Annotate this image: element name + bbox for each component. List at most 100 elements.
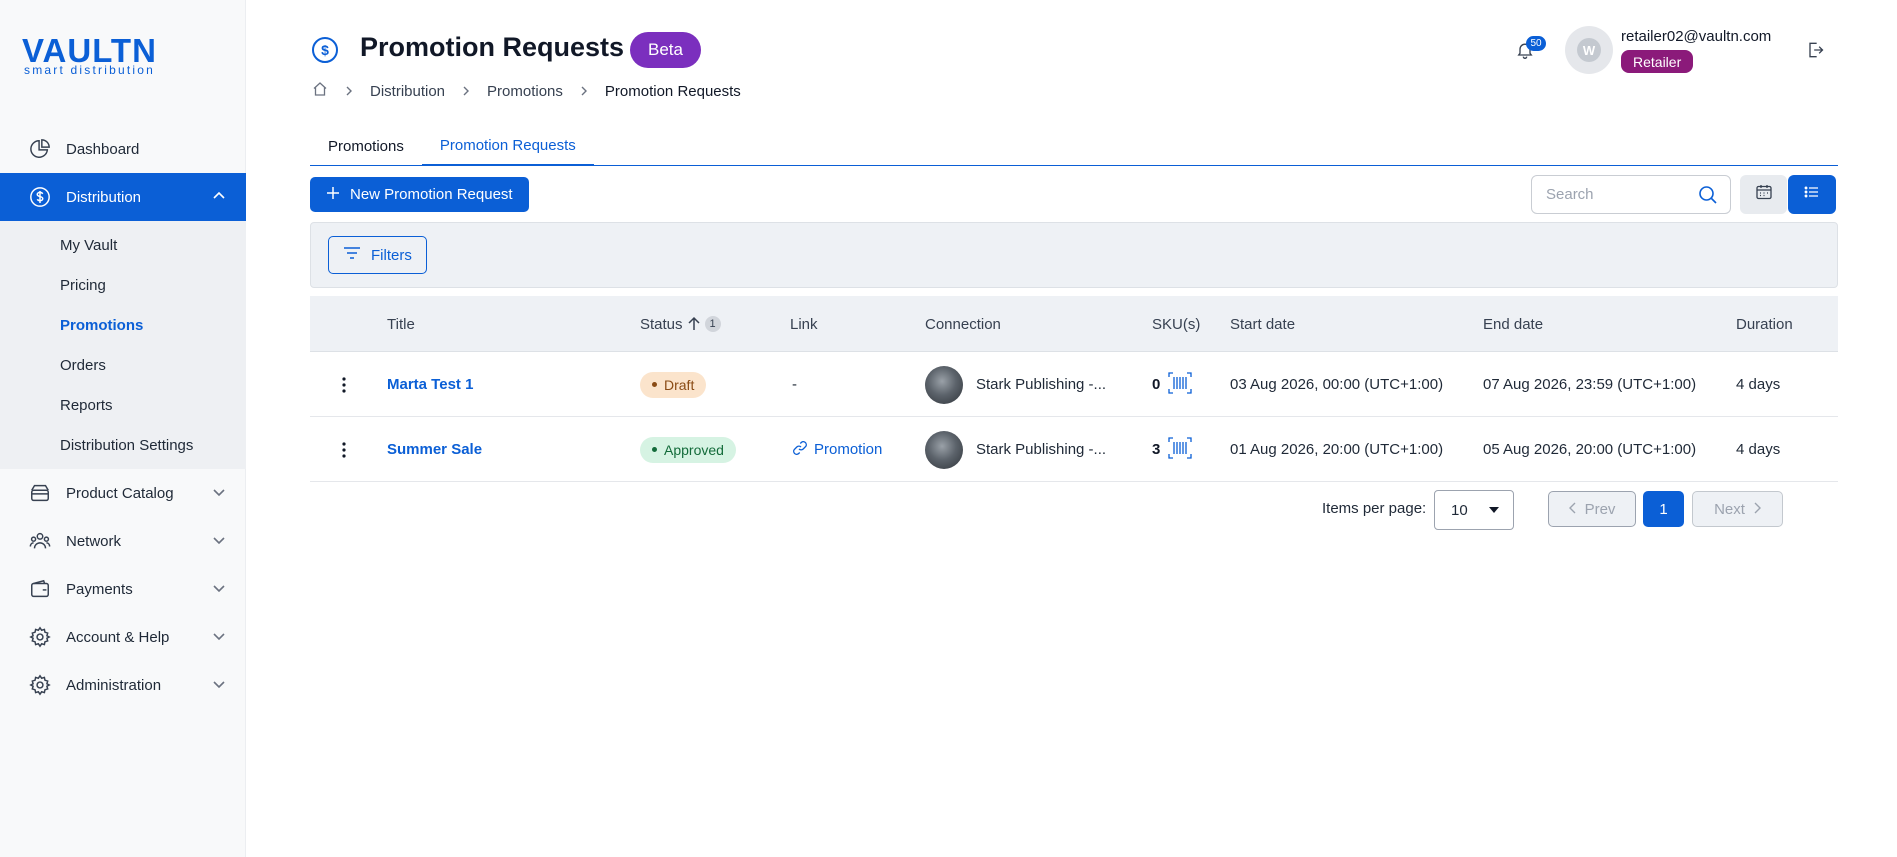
sku-count: 3 xyxy=(1152,441,1161,458)
breadcrumb: Distribution Promotions Promotion Reques… xyxy=(312,81,741,101)
chevron-down-icon xyxy=(212,485,226,504)
sidebar-item-label: Dashboard xyxy=(66,140,140,158)
status-label: Draft xyxy=(664,376,695,393)
connection-avatar xyxy=(925,365,963,404)
promotion-requests-table: Title Status 1 Link Connection SKU(s) St… xyxy=(310,296,1838,482)
duration: 4 days xyxy=(1736,376,1781,393)
admin-gear-icon xyxy=(28,673,52,697)
beta-badge: Beta xyxy=(630,32,701,68)
row-actions-button[interactable] xyxy=(334,352,354,417)
chevron-up-icon xyxy=(212,189,226,208)
breadcrumb-promotions[interactable]: Promotions xyxy=(487,83,563,100)
sidebar: VAULTN smart distribution Dashboard Dist… xyxy=(0,0,246,857)
dollar-circle-icon xyxy=(28,185,52,209)
kebab-menu-icon xyxy=(334,435,354,465)
sidebar-subitem-pricing[interactable]: Pricing xyxy=(0,265,246,305)
table-row: Marta Test 1 Draft - Stark Publishing -.… xyxy=(310,352,1838,417)
sidebar-item-account-help[interactable]: Account & Help xyxy=(0,613,246,661)
prev-page-button[interactable]: Prev xyxy=(1548,491,1636,527)
gear-icon xyxy=(28,625,52,649)
sidebar-item-label: Payments xyxy=(66,580,133,598)
column-end-date[interactable]: End date xyxy=(1483,296,1543,352)
new-promotion-request-button[interactable]: New Promotion Request xyxy=(310,177,529,212)
network-icon xyxy=(28,529,52,553)
end-date: 05 Aug 2026, 20:00 (UTC+1:00) xyxy=(1483,441,1697,458)
wallet-icon xyxy=(28,577,52,601)
end-date: 07 Aug 2026, 23:59 (UTC+1:00) xyxy=(1483,376,1697,393)
status-dot xyxy=(652,447,657,452)
connection-name: Stark Publishing -... xyxy=(976,441,1107,458)
tab-promotion-requests[interactable]: Promotion Requests xyxy=(421,126,594,166)
start-date: 03 Aug 2026, 00:00 (UTC+1:00) xyxy=(1230,376,1444,393)
column-connection[interactable]: Connection xyxy=(925,296,1001,352)
sidebar-item-payments[interactable]: Payments xyxy=(0,565,246,613)
chevron-down-icon xyxy=(212,677,226,696)
calendar-view-button[interactable] xyxy=(1740,175,1787,214)
home-icon[interactable] xyxy=(312,81,328,101)
column-skus[interactable]: SKU(s) xyxy=(1152,296,1200,352)
items-per-page-value: 10 xyxy=(1451,501,1468,519)
barcode-icon[interactable] xyxy=(1168,436,1192,463)
column-title[interactable]: Title xyxy=(387,296,415,352)
page-title: Promotion Requests xyxy=(360,32,625,62)
filter-icon xyxy=(343,245,361,265)
sidebar-item-distribution[interactable]: Distribution xyxy=(0,173,246,221)
row-actions-button[interactable] xyxy=(334,417,354,482)
logout-icon[interactable] xyxy=(1805,40,1827,62)
filters-bar: Filters xyxy=(310,222,1838,288)
column-start-date[interactable]: Start date xyxy=(1230,296,1295,352)
chevron-down-icon xyxy=(212,629,226,648)
row-title-link[interactable]: Marta Test 1 xyxy=(387,376,473,393)
barcode-icon[interactable] xyxy=(1168,371,1192,398)
calendar-icon xyxy=(1755,183,1773,206)
filters-button[interactable]: Filters xyxy=(328,236,427,274)
sidebar-item-network[interactable]: Network xyxy=(0,517,246,565)
logo-tagline: smart distribution xyxy=(24,63,155,77)
sidebar-subitem-distribution-settings[interactable]: Distribution Settings xyxy=(0,425,246,465)
chevron-right-icon xyxy=(344,83,354,100)
role-badge: Retailer xyxy=(1621,50,1694,73)
promotion-link-label: Promotion xyxy=(814,441,883,458)
breadcrumb-current: Promotion Requests xyxy=(604,82,741,100)
breadcrumb-distribution[interactable]: Distribution xyxy=(370,83,445,100)
promotion-link[interactable]: Promotion xyxy=(792,440,882,460)
vaultn-logo[interactable]: VAULTN smart distribution xyxy=(22,32,182,77)
list-icon xyxy=(1803,183,1821,206)
chevron-right-icon xyxy=(1753,501,1761,518)
kebab-menu-icon xyxy=(334,370,354,400)
prev-label: Prev xyxy=(1584,500,1616,518)
chevron-right-icon xyxy=(461,83,471,100)
avatar[interactable]: W xyxy=(1565,26,1613,74)
search-icon[interactable] xyxy=(1698,185,1718,210)
list-view-button[interactable] xyxy=(1788,175,1836,214)
tab-promotions[interactable]: Promotions xyxy=(310,126,422,166)
dashboard-icon xyxy=(28,137,52,161)
column-link[interactable]: Link xyxy=(790,296,818,352)
search-input[interactable] xyxy=(1546,186,1696,203)
column-duration[interactable]: Duration xyxy=(1736,296,1793,352)
distribution-submenu: My Vault Pricing Promotions Orders Repor… xyxy=(0,221,246,469)
sidebar-item-administration[interactable]: Administration xyxy=(0,661,246,709)
sidebar-subitem-orders[interactable]: Orders xyxy=(0,345,246,385)
status-dot xyxy=(652,382,657,387)
column-status[interactable]: Status 1 xyxy=(640,296,721,352)
sidebar-subitem-reports[interactable]: Reports xyxy=(0,385,246,425)
sidebar-item-label: Product Catalog xyxy=(66,484,174,502)
sidebar-item-label: Administration xyxy=(66,676,162,694)
sort-order-badge: 1 xyxy=(704,316,721,332)
sidebar-item-dashboard[interactable]: Dashboard xyxy=(0,125,246,173)
row-title-link[interactable]: Summer Sale xyxy=(387,441,482,458)
items-per-page-select[interactable]: 10 xyxy=(1434,490,1514,530)
status-badge: Draft xyxy=(640,371,707,398)
sidebar-item-product-catalog[interactable]: Product Catalog xyxy=(0,469,246,517)
chevron-down-icon xyxy=(212,533,226,552)
sidebar-subitem-my-vault[interactable]: My Vault xyxy=(0,225,246,265)
chevron-right-icon xyxy=(579,83,589,100)
sidebar-item-label: Distribution xyxy=(66,188,142,206)
status-label: Approved xyxy=(664,441,724,458)
next-page-button[interactable]: Next xyxy=(1692,491,1783,527)
page-1-button[interactable]: 1 xyxy=(1643,491,1684,527)
sidebar-nav: Dashboard Distribution My Vault Pricing … xyxy=(0,125,246,709)
connection-name: Stark Publishing -... xyxy=(976,376,1107,393)
sidebar-subitem-promotions[interactable]: Promotions xyxy=(0,305,246,345)
